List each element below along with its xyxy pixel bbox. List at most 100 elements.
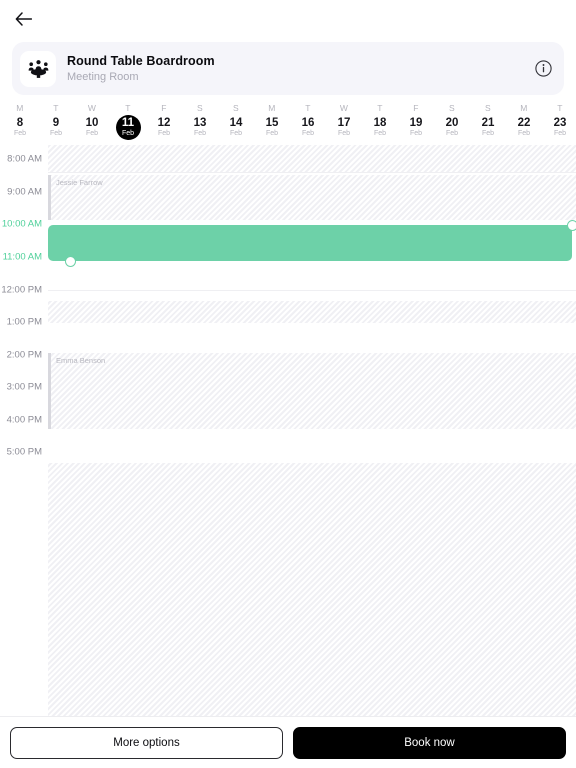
- day-number-label: 22: [517, 117, 531, 129]
- date-cell-13-Feb[interactable]: S 13 Feb: [182, 103, 218, 140]
- date-cell-16-Feb[interactable]: T 16 Feb: [290, 103, 326, 140]
- day-of-week-label: S: [485, 103, 491, 113]
- day-number-badge: 20 Feb: [440, 115, 465, 140]
- day-number-badge: 13 Feb: [188, 115, 213, 140]
- time-label: 10:00 AM: [1, 218, 42, 230]
- selected-time-range[interactable]: [48, 219, 576, 267]
- room-thumbnail: [20, 50, 56, 87]
- day-month-label: Feb: [49, 130, 63, 137]
- day-number-label: 9: [52, 117, 60, 129]
- date-cell-8-Feb[interactable]: M 8 Feb: [2, 103, 38, 140]
- bottom-action-bar: More options Book now: [0, 716, 576, 768]
- meeting-room-icon: [28, 59, 48, 78]
- date-cell-9-Feb[interactable]: T 9 Feb: [38, 103, 74, 140]
- day-of-week-label: T: [125, 103, 131, 113]
- day-of-week-label: F: [413, 103, 419, 113]
- day-number-label: 8: [16, 117, 24, 129]
- room-info-button[interactable]: [532, 58, 554, 80]
- booking-screen: Round Table Boardroom Meeting Room M 8 Feb…: [0, 0, 576, 768]
- room-card[interactable]: Round Table Boardroom Meeting Room: [12, 42, 564, 95]
- day-of-week-label: T: [557, 103, 563, 113]
- day-of-week-label: T: [305, 103, 311, 113]
- day-month-label: Feb: [229, 130, 243, 137]
- day-of-week-label: T: [53, 103, 59, 113]
- time-label: 5:00 PM: [6, 446, 42, 458]
- day-of-week-label: M: [268, 103, 276, 113]
- day-number-label: 12: [157, 117, 171, 129]
- blocked-evening: [48, 463, 576, 723]
- day-of-week-label: T: [377, 103, 383, 113]
- date-cell-17-Feb[interactable]: W 17 Feb: [326, 103, 362, 140]
- day-number-badge: 17 Feb: [332, 115, 357, 140]
- day-month-label: Feb: [121, 130, 135, 137]
- room-title: Round Table Boardroom: [67, 53, 215, 68]
- day-number-badge: 18 Feb: [368, 115, 393, 140]
- day-month-label: Feb: [373, 130, 387, 137]
- resize-handle-top-right[interactable]: [566, 219, 576, 231]
- day-number-label: 10: [85, 117, 99, 129]
- date-cell-18-Feb[interactable]: T 18 Feb: [362, 103, 398, 140]
- date-cell-11-Feb[interactable]: T 11 Feb: [110, 103, 146, 140]
- date-cell-23-Feb[interactable]: T 23 Feb: [542, 103, 576, 140]
- event-attendee-label: Jessie Farrow: [56, 178, 103, 187]
- date-cell-22-Feb[interactable]: M 22 Feb: [506, 103, 542, 140]
- time-label: 11:00 AM: [2, 251, 42, 263]
- day-number-label: 13: [193, 117, 207, 129]
- day-number-badge: 22 Feb: [512, 115, 537, 140]
- day-number-label: 15: [265, 117, 279, 129]
- day-month-label: Feb: [481, 130, 495, 137]
- calendar-grid[interactable]: 8:00 AM 9:00 AM 10:00 AM 11:00 AM 12:00 PM 1:…: [0, 145, 576, 723]
- info-circle-icon: [534, 60, 552, 77]
- date-cell-20-Feb[interactable]: S 20 Feb: [434, 103, 470, 140]
- day-number-badge: 10 Feb: [80, 115, 105, 140]
- day-number-label: 23: [553, 117, 567, 129]
- day-number-label: 14: [229, 117, 243, 129]
- time-label: 2:00 PM: [6, 349, 42, 361]
- event-emma-benson[interactable]: Emma Benson: [48, 353, 576, 429]
- day-of-week-label: M: [16, 103, 24, 113]
- book-now-button[interactable]: Book now: [293, 726, 566, 759]
- day-number-badge: 15 Feb: [260, 115, 285, 140]
- time-label: 3:00 PM: [6, 381, 42, 393]
- hour-divider-line: [48, 290, 576, 291]
- time-label: 4:00 PM: [6, 414, 42, 426]
- day-number-badge: 21 Feb: [476, 115, 501, 140]
- day-month-label: Feb: [13, 130, 27, 137]
- day-number-badge: 19 Feb: [404, 115, 429, 140]
- event-jessie-farrow[interactable]: Jessie Farrow: [48, 175, 576, 220]
- day-number-badge: 12 Feb: [152, 115, 177, 140]
- day-of-week-label: W: [339, 103, 349, 113]
- date-cell-19-Feb[interactable]: F 19 Feb: [398, 103, 434, 140]
- day-number-badge: 16 Feb: [296, 115, 321, 140]
- time-label: 8:00 AM: [7, 153, 42, 165]
- date-cell-10-Feb[interactable]: W 10 Feb: [74, 103, 110, 140]
- date-cell-12-Feb[interactable]: F 12 Feb: [146, 103, 182, 140]
- blocked-early-morning: [48, 145, 576, 172]
- day-month-label: Feb: [409, 130, 423, 137]
- back-button[interactable]: [8, 4, 38, 34]
- date-strip[interactable]: M 8 Feb T 9 Feb W 10 Feb T 11 Feb F 12 Feb S 13 Feb S 14 Feb…: [0, 103, 576, 141]
- date-cell-15-Feb[interactable]: M 15 Feb: [254, 103, 290, 140]
- day-number-label: 11: [121, 117, 135, 129]
- day-month-label: Feb: [85, 130, 99, 137]
- day-number-badge: 8 Feb: [8, 115, 33, 140]
- day-of-week-label: S: [197, 103, 203, 113]
- date-cell-21-Feb[interactable]: S 21 Feb: [470, 103, 506, 140]
- more-options-button[interactable]: More options: [10, 726, 283, 759]
- event-attendee-label: Emma Benson: [56, 356, 106, 365]
- day-month-label: Feb: [157, 130, 171, 137]
- arrow-left-icon: [15, 12, 32, 26]
- day-number-badge: 9 Feb: [44, 115, 69, 140]
- day-number-label: 16: [301, 117, 315, 129]
- day-number-label: 19: [409, 117, 423, 129]
- day-of-week-label: M: [520, 103, 528, 113]
- day-number-badge: 11 Feb: [115, 115, 141, 140]
- day-month-label: Feb: [193, 130, 207, 137]
- resize-handle-bottom-left[interactable]: [65, 255, 76, 267]
- day-of-week-label: F: [161, 103, 167, 113]
- day-number-label: 21: [481, 117, 495, 129]
- date-cell-14-Feb[interactable]: S 14 Feb: [218, 103, 254, 140]
- time-label: 12:00 PM: [1, 284, 42, 296]
- day-column[interactable]: Jessie Farrow Emma Benson: [48, 145, 576, 723]
- day-number-badge: 14 Feb: [224, 115, 249, 140]
